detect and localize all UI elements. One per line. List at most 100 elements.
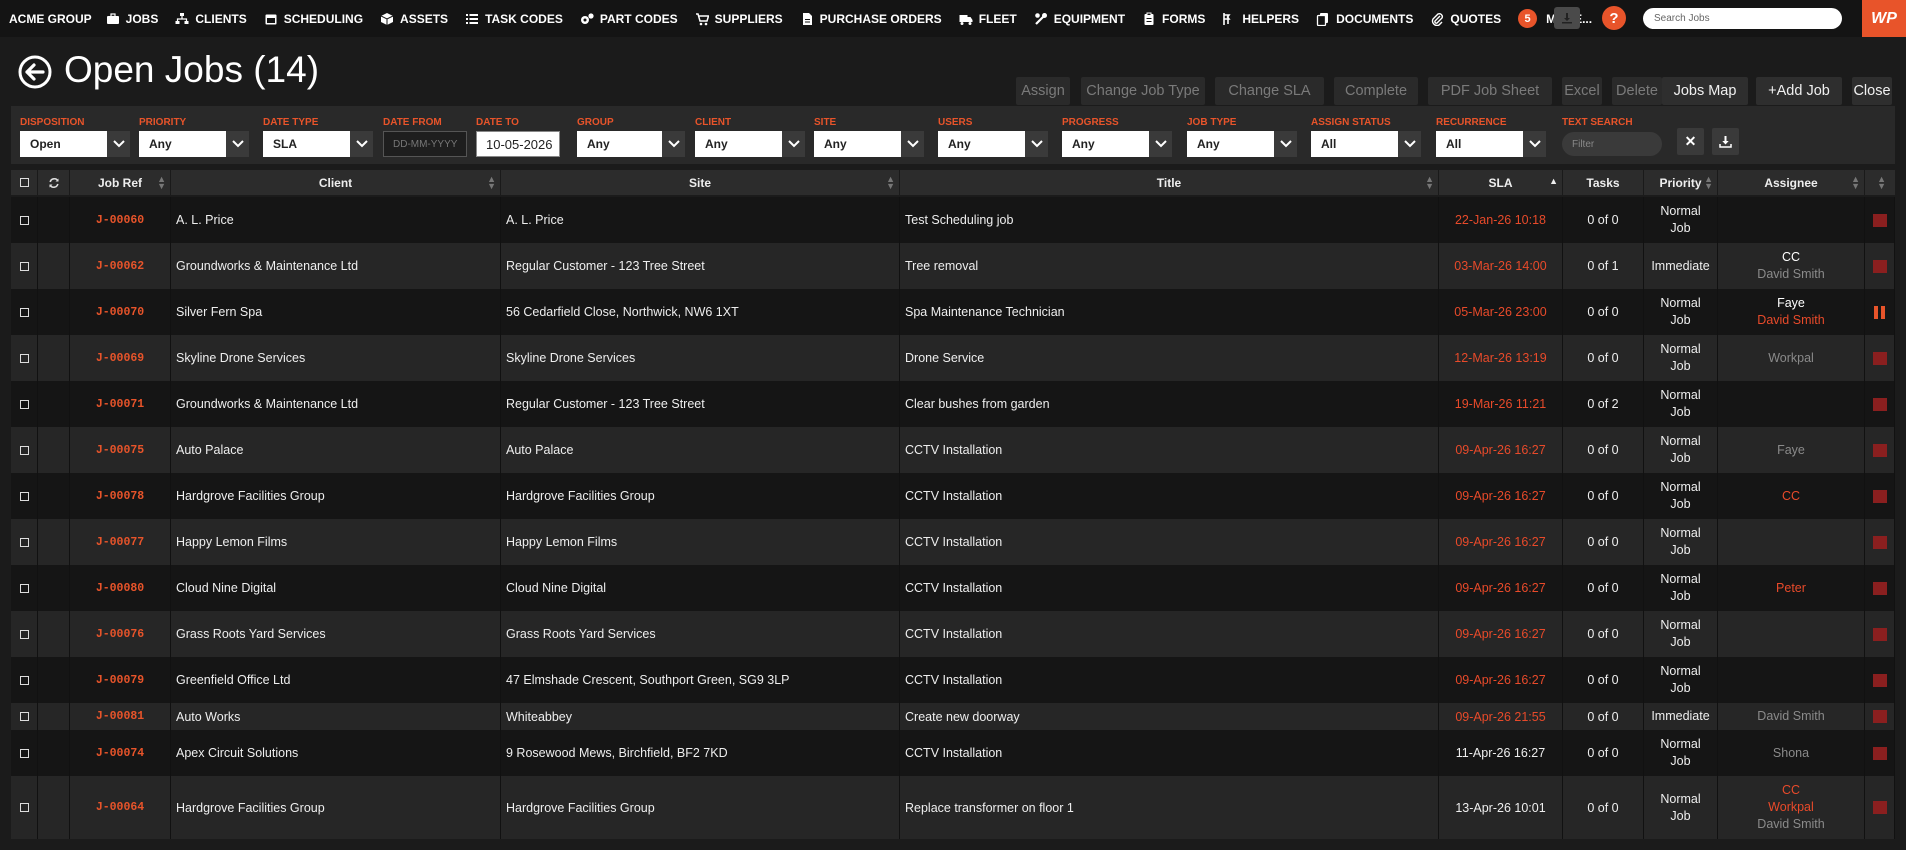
table-row[interactable]: J-00075 Auto Palace Auto Palace CCTV Instal… — [11, 427, 1895, 473]
dropdown-toggle[interactable] — [107, 131, 130, 157]
filter-users-select[interactable]: Any — [938, 131, 1048, 157]
assignee-name[interactable]: Faye — [1777, 442, 1805, 459]
nav-item-quotes[interactable]: QUOTES — [1430, 12, 1501, 26]
download-button[interactable] — [1554, 7, 1580, 29]
status-flag-icon[interactable] — [1872, 673, 1887, 687]
row-checkbox[interactable] — [19, 675, 29, 685]
status-flag-icon[interactable] — [1872, 581, 1887, 595]
filter-date-to-input[interactable]: 10-05-2026 — [476, 131, 560, 157]
table-row[interactable]: J-00074 Apex Circuit Solutions 9 Rosewood … — [11, 730, 1895, 776]
assignee-name[interactable]: Faye — [1777, 295, 1805, 312]
col-job-ref[interactable]: Job Ref ▲ ▼ — [70, 170, 171, 195]
job-ref-link[interactable]: J-00076 — [96, 628, 144, 641]
pdf-job-sheet-button[interactable]: PDF Job Sheet — [1428, 77, 1552, 105]
status-flag-icon[interactable] — [1872, 746, 1887, 760]
nav-item-documents[interactable]: DOCUMENTS — [1316, 12, 1413, 26]
close-button[interactable]: Close — [1852, 77, 1892, 105]
table-row[interactable]: J-00078 Hardgrove Facilities Group Hardgro… — [11, 473, 1895, 519]
nav-item-assets[interactable]: ASSETS — [380, 12, 448, 26]
nav-item-purchase-orders[interactable]: PURCHASE ORDERS — [800, 12, 942, 26]
filter-job-type-select[interactable]: Any — [1187, 131, 1297, 157]
dropdown-toggle[interactable] — [662, 131, 685, 157]
table-row[interactable]: J-00079 Greenfield Office Ltd 47 Elmshade … — [11, 657, 1895, 703]
col-title[interactable]: Title ▲ ▼ — [900, 170, 1439, 195]
table-row[interactable]: J-00069 Skyline Drone Services Skyline Dro… — [11, 335, 1895, 381]
app-logo[interactable]: WP — [1862, 0, 1906, 37]
assign-button[interactable]: Assign — [1016, 77, 1070, 105]
status-flag-icon[interactable] — [1872, 801, 1887, 814]
filter-client-select[interactable]: Any — [695, 131, 805, 157]
row-checkbox[interactable] — [19, 445, 29, 455]
status-flag-icon[interactable] — [1872, 443, 1887, 457]
row-checkbox[interactable] — [19, 261, 29, 271]
dropdown-toggle[interactable] — [350, 131, 373, 157]
nav-item-jobs[interactable]: JOBS — [106, 12, 158, 26]
table-row[interactable]: J-00071 Groundworks & Maintenance Ltd Regu… — [11, 381, 1895, 427]
table-row[interactable]: J-00064 Hardgrove Facilities Group Hardgro… — [11, 776, 1895, 839]
status-flag-icon[interactable] — [1872, 213, 1887, 227]
row-checkbox[interactable] — [19, 215, 29, 225]
status-flag-icon[interactable] — [1872, 259, 1887, 273]
filter-priority-select[interactable]: Any — [139, 131, 249, 157]
assignee-name[interactable]: Workpal — [1768, 799, 1814, 816]
job-ref-link[interactable]: J-00064 — [96, 801, 144, 814]
status-flag-icon[interactable] — [1872, 710, 1887, 723]
company-name[interactable]: ACME GROUP — [0, 12, 92, 26]
table-row[interactable]: J-00062 Groundworks & Maintenance Ltd Regu… — [11, 243, 1895, 289]
back-button[interactable] — [18, 55, 52, 89]
nav-item-fleet[interactable]: FLEET — [959, 12, 1017, 26]
row-checkbox[interactable] — [19, 748, 29, 758]
col-priority[interactable]: Priority ▲ ▼ — [1644, 170, 1718, 195]
assignee-name[interactable]: David Smith — [1757, 816, 1824, 833]
filter-disposition-select[interactable]: Open — [20, 131, 130, 157]
job-ref-link[interactable]: J-00070 — [96, 306, 144, 319]
select-all-checkbox[interactable] — [19, 178, 29, 187]
nav-item-clients[interactable]: CLIENTS — [175, 12, 247, 26]
job-ref-link[interactable]: J-00078 — [96, 490, 144, 503]
col-assignee[interactable]: Assignee ▲ ▼ — [1718, 170, 1865, 195]
export-filters-button[interactable] — [1712, 128, 1739, 155]
filter-group-select[interactable]: Any — [577, 131, 685, 157]
assignee-name[interactable]: David Smith — [1757, 312, 1824, 329]
job-ref-link[interactable]: J-00079 — [96, 674, 144, 687]
row-checkbox[interactable] — [19, 803, 29, 812]
jobs-map-button[interactable]: Jobs Map — [1662, 77, 1748, 105]
help-button[interactable]: ? — [1602, 6, 1626, 30]
assignee-name[interactable]: David Smith — [1757, 266, 1824, 283]
nav-item-helpers[interactable]: HELPERS — [1222, 12, 1299, 26]
row-checkbox[interactable] — [19, 583, 29, 593]
table-row[interactable]: J-00081 Auto Works Whiteabbey Create new do… — [11, 703, 1895, 730]
dropdown-toggle[interactable] — [1149, 131, 1172, 157]
dropdown-toggle[interactable] — [1274, 131, 1297, 157]
dropdown-toggle[interactable] — [226, 131, 249, 157]
job-ref-link[interactable]: J-00074 — [96, 747, 144, 760]
nav-item-task-codes[interactable]: TASK CODES — [465, 12, 563, 26]
add-job-button[interactable]: +Add Job — [1756, 77, 1842, 105]
job-ref-link[interactable]: J-00069 — [96, 352, 144, 365]
nav-item-suppliers[interactable]: SUPPLIERS — [695, 12, 783, 26]
pause-icon[interactable] — [1874, 305, 1885, 319]
status-flag-icon[interactable] — [1872, 351, 1887, 365]
nav-item-part-codes[interactable]: PART CODES — [580, 12, 678, 26]
assignee-name[interactable]: Shona — [1773, 745, 1809, 762]
table-row[interactable]: J-00070 Silver Fern Spa 56 Cedarfield Clos… — [11, 289, 1895, 335]
row-checkbox[interactable] — [19, 629, 29, 639]
status-flag-icon[interactable] — [1872, 489, 1887, 503]
refresh-icon[interactable] — [48, 177, 60, 189]
filter-date-from-input[interactable]: DD-MM-YYYY — [383, 131, 467, 157]
nav-item-forms[interactable]: FORMS — [1142, 12, 1205, 26]
row-checkbox[interactable] — [19, 307, 29, 317]
job-ref-link[interactable]: J-00077 — [96, 536, 144, 549]
filter-site-select[interactable]: Any — [814, 131, 924, 157]
row-checkbox[interactable] — [19, 712, 29, 721]
row-checkbox[interactable] — [19, 353, 29, 363]
assignee-name[interactable]: Peter — [1776, 580, 1806, 597]
filter-assign-status-select[interactable]: All — [1311, 131, 1421, 157]
row-checkbox[interactable] — [19, 537, 29, 547]
change-sla-button[interactable]: Change SLA — [1215, 77, 1324, 105]
assignee-name[interactable]: David Smith — [1757, 708, 1824, 725]
table-row[interactable]: J-00076 Grass Roots Yard Services Grass Ro… — [11, 611, 1895, 657]
dropdown-toggle[interactable] — [782, 131, 805, 157]
job-ref-link[interactable]: J-00080 — [96, 582, 144, 595]
dropdown-toggle[interactable] — [1025, 131, 1048, 157]
